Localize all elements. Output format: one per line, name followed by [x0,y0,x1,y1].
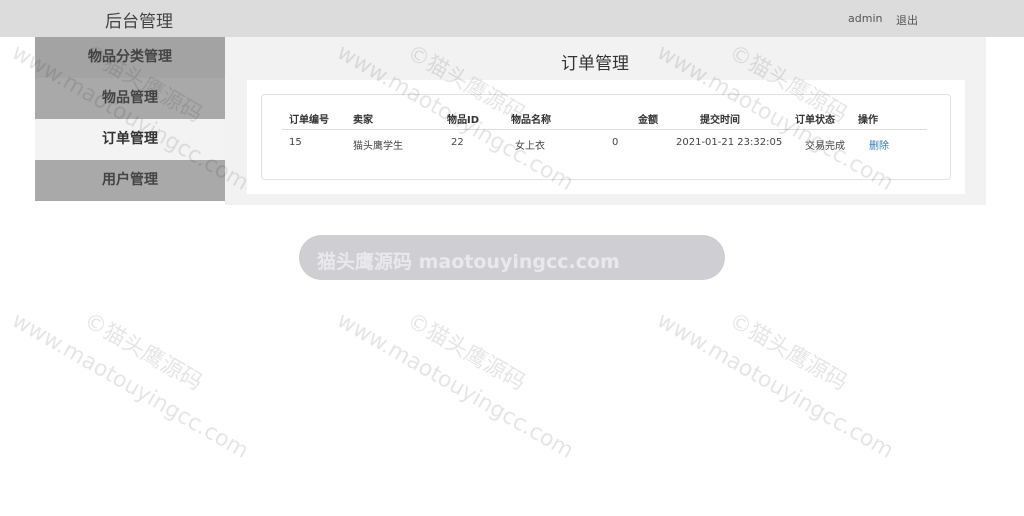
content-box: 订单编号 卖家 物品ID 物品名称 金额 提交时间 订单状态 操作 15 猫头鹰… [247,80,965,194]
watermark-copyright: ©猫头鹰源码 [724,308,852,396]
sidebar: 物品分类管理 物品管理 订单管理 用户管理 [35,37,225,201]
column-header-submit-time: 提交时间 [700,115,740,126]
brand-title: 后台管理 [105,12,173,32]
sidebar-item-orders[interactable]: 订单管理 [35,119,225,160]
current-user: admin [848,12,883,25]
column-header-item-id: 物品ID [447,115,480,126]
watermark-diagonal: www.maotouyingcc.com [7,308,253,464]
column-header-action: 操作 [858,115,878,126]
watermark-diagonal: www.maotouyingcc.com [652,308,898,464]
orders-table: 订单编号 卖家 物品ID 物品名称 金额 提交时间 订单状态 操作 15 猫头鹰… [261,94,951,180]
delete-order-link[interactable]: 删除 [869,137,889,152]
cell-item-id: 22 [451,137,464,148]
sidebar-item-category[interactable]: 物品分类管理 [35,37,225,78]
cell-amount: 0 [612,137,619,148]
logout-link[interactable]: 退出 [896,12,918,28]
watermark-diagonal: www.maotouyingcc.com [332,308,578,464]
watermark-copyright: ©猫头鹰源码 [402,308,530,396]
main-panel: 订单管理 订单编号 卖家 物品ID 物品名称 金额 提交时间 订单状态 操作 1… [225,37,986,205]
cell-status: 交易完成 [805,141,845,152]
column-header-seller: 卖家 [353,115,373,126]
cell-seller: 猫头鹰学生 [353,141,403,152]
column-header-amount: 金额 [638,115,658,126]
page-title: 订单管理 [561,54,629,74]
sidebar-item-users[interactable]: 用户管理 [35,160,225,201]
watermark-banner-text: 猫头鹰源码 maotouyingcc.com [317,251,620,273]
top-header: 后台管理 admin 退出 [0,0,1024,37]
sidebar-item-items[interactable]: 物品管理 [35,78,225,119]
cell-submit-time: 2021-01-21 23:32:05 [676,137,783,148]
column-header-order-id: 订单编号 [289,115,329,126]
watermark-copyright: ©猫头鹰源码 [79,308,207,396]
cell-item-name: 女上衣 [515,141,545,152]
watermark-banner: 猫头鹰源码 maotouyingcc.com [299,235,725,280]
header-divider [282,129,927,130]
column-header-status: 订单状态 [795,115,835,126]
column-header-item-name: 物品名称 [511,115,551,126]
cell-order-id: 15 [289,137,302,148]
